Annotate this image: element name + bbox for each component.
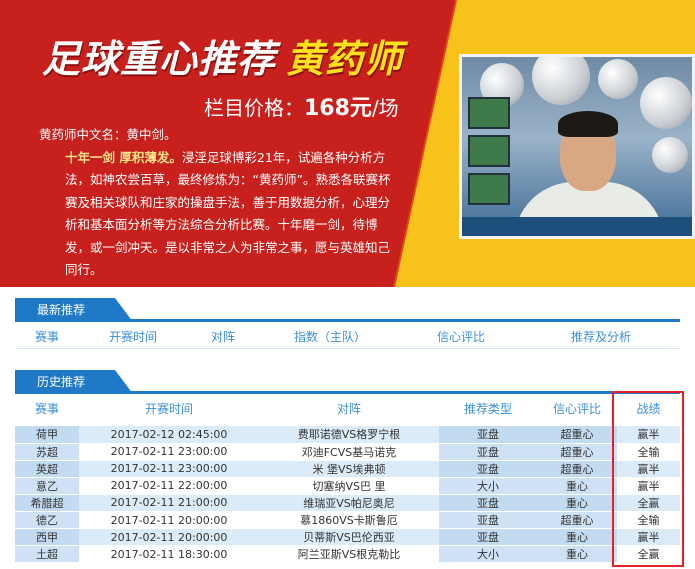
table-row: 西甲 2017-02-11 20:00:00 贝蒂斯VS巴伦西亚 亚盘 重心 赢… <box>15 528 680 547</box>
cell-confidence: 超重心 <box>537 460 617 478</box>
studio-monitor <box>468 173 510 205</box>
cell-type: 亚盘 <box>439 426 537 444</box>
tab-history[interactable]: 历史推荐 <box>15 370 133 394</box>
cell-type: 大小 <box>439 545 537 564</box>
col-time: 开赛时间 <box>108 330 157 344</box>
cell-time: 2017-02-11 23:00:00 <box>79 443 259 461</box>
cell-match: 费耶诺德VS格罗宁根 <box>259 426 439 444</box>
latest-column-headers: 赛事 开赛时间 对阵 指数（主队） 信心评比 推荐及分析 <box>15 326 680 348</box>
cell-type: 亚盘 <box>439 443 537 461</box>
col-league: 赛事 <box>34 402 59 416</box>
studio-desk <box>462 217 692 236</box>
result-column-highlight <box>612 391 684 567</box>
cell-type: 亚盘 <box>439 460 537 478</box>
price-unit: /场 <box>371 96 399 120</box>
cell-type: 大小 <box>439 477 537 495</box>
tab-latest[interactable]: 最新推荐 <box>15 298 133 322</box>
studio-monitor <box>468 135 510 167</box>
col-match: 对阵 <box>210 330 235 344</box>
cell-confidence: 超重心 <box>537 426 617 444</box>
cell-match: 阿兰亚斯VS根克勒比 <box>259 545 439 564</box>
cell-time: 2017-02-11 23:00:00 <box>79 460 259 478</box>
cell-league: 意乙 <box>15 477 79 495</box>
table-row: 土超 2017-02-11 18:30:00 阿兰亚斯VS根克勒比 大小 重心 … <box>15 545 680 564</box>
page-title-expert: 黄药师 <box>286 37 404 81</box>
cell-time: 2017-02-11 20:00:00 <box>79 511 259 530</box>
price-value: 168元 <box>304 96 372 121</box>
cell-time: 2017-02-11 22:00:00 <box>79 477 259 495</box>
cell-league: 西甲 <box>15 528 79 547</box>
price-line: 栏目价格：168元/场 <box>204 90 399 122</box>
cell-type: 亚盘 <box>439 528 537 547</box>
col-confidence: 信心评比 <box>436 330 485 344</box>
col-analysis: 推荐及分析 <box>570 330 631 344</box>
cell-time: 2017-02-11 18:30:00 <box>79 545 259 564</box>
cell-match: 维瑞亚VS帕尼奥尼 <box>259 494 439 512</box>
history-column-headers: 赛事 开赛时间 对阵 推荐类型 信心评比 战绩 <box>15 398 680 420</box>
cell-match: 慕1860VS卡斯鲁厄 <box>259 511 439 530</box>
table-row: 意乙 2017-02-11 22:00:00 切塞纳VS巴 里 大小 重心 赢半 <box>15 477 680 495</box>
cell-league: 土超 <box>15 545 79 564</box>
expert-hair <box>558 111 618 137</box>
studio-light-disc <box>652 137 688 173</box>
cell-match: 贝蒂斯VS巴伦西亚 <box>259 528 439 547</box>
cell-confidence: 重心 <box>537 494 617 512</box>
cell-type: 亚盘 <box>439 511 537 530</box>
cell-confidence: 重心 <box>537 545 617 564</box>
col-match: 对阵 <box>336 402 361 416</box>
cell-league: 希腊超 <box>15 494 79 512</box>
intro-motto: 十年一剑 厚积薄发。 <box>65 149 182 165</box>
studio-light-disc <box>598 59 638 99</box>
cell-league: 荷甲 <box>15 426 79 444</box>
col-confidence: 信心评比 <box>552 402 601 416</box>
cell-time: 2017-02-11 20:00:00 <box>79 528 259 547</box>
studio-monitor <box>468 97 510 129</box>
cell-confidence: 超重心 <box>537 511 617 530</box>
col-index: 指数（主队） <box>293 330 366 344</box>
studio-light-disc <box>532 57 590 105</box>
cell-match: 米 堡VS埃弗顿 <box>259 460 439 478</box>
col-league: 赛事 <box>34 330 59 344</box>
history-table: 荷甲 2017-02-12 02:45:00 费耶诺德VS格罗宁根 亚盘 超重心… <box>15 426 680 564</box>
table-row: 苏超 2017-02-11 23:00:00 邓迪FCVS基马诺克 亚盘 超重心… <box>15 443 680 461</box>
expert-photo <box>459 54 695 239</box>
cell-type: 亚盘 <box>439 494 537 512</box>
cell-league: 德乙 <box>15 511 79 530</box>
cell-match: 邓迪FCVS基马诺克 <box>259 443 439 461</box>
intro-name-line: 黄药师中文名：黄中剑。 <box>39 127 177 142</box>
table-row: 荷甲 2017-02-12 02:45:00 费耶诺德VS格罗宁根 亚盘 超重心… <box>15 426 680 444</box>
cell-league: 英超 <box>15 460 79 478</box>
page-title-main: 足球重心推荐 <box>42 37 277 81</box>
col-time: 开赛时间 <box>144 402 193 416</box>
cell-time: 2017-02-12 02:45:00 <box>79 426 259 444</box>
studio-light-disc <box>640 77 692 129</box>
cell-confidence: 重心 <box>537 477 617 495</box>
latest-divider <box>15 348 680 349</box>
cell-confidence: 超重心 <box>537 443 617 461</box>
cell-confidence: 重心 <box>537 528 617 547</box>
price-label: 栏目价格： <box>204 96 304 120</box>
col-type: 推荐类型 <box>463 402 512 416</box>
history-section-header: 历史推荐 <box>15 370 680 394</box>
cell-time: 2017-02-11 21:00:00 <box>79 494 259 512</box>
table-row: 德乙 2017-02-11 20:00:00 慕1860VS卡斯鲁厄 亚盘 超重… <box>15 511 680 530</box>
cell-league: 苏超 <box>15 443 79 461</box>
page-title: 足球重心推荐 黄药师 <box>42 28 403 83</box>
hero-banner: 足球重心推荐 黄药师 栏目价格：168元/场 黄药师中文名：黄中剑。 十年一剑 厚… <box>0 0 695 287</box>
expert-intro: 黄药师中文名：黄中剑。 十年一剑 厚积薄发。浸淫足球博彩21年，试遍各种分析方法… <box>39 124 399 282</box>
cell-match: 切塞纳VS巴 里 <box>259 477 439 495</box>
table-row: 英超 2017-02-11 23:00:00 米 堡VS埃弗顿 亚盘 超重心 赢… <box>15 460 680 478</box>
intro-body: 浸淫足球博彩21年，试遍各种分析方法，如神农尝百草，最终修炼为：“黄药师”。熟悉… <box>65 149 391 278</box>
intro-paragraph: 十年一剑 厚积薄发。浸淫足球博彩21年，试遍各种分析方法，如神农尝百草，最终修炼… <box>39 147 399 282</box>
table-row: 希腊超 2017-02-11 21:00:00 维瑞亚VS帕尼奥尼 亚盘 重心 … <box>15 494 680 512</box>
latest-section-header: 最新推荐 <box>15 298 680 322</box>
